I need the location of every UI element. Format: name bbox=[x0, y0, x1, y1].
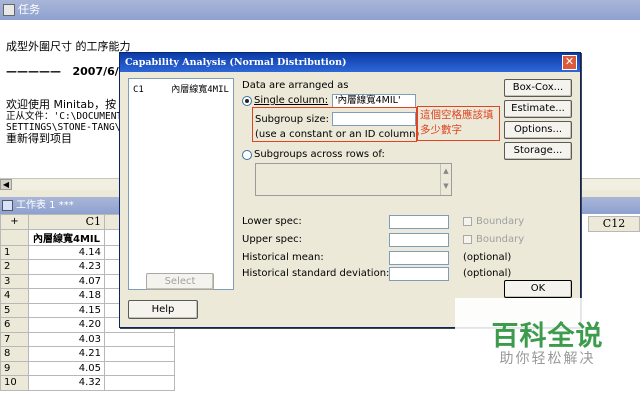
session-window-icon bbox=[3, 4, 15, 16]
row-number[interactable]: 8 bbox=[0, 346, 29, 362]
upper-boundary-checkbox[interactable] bbox=[463, 235, 472, 244]
upper-spec-input[interactable] bbox=[389, 233, 449, 247]
column-name-c1[interactable]: 內層線寬4MIL bbox=[28, 228, 105, 246]
options-button[interactable]: Options... bbox=[504, 121, 572, 139]
column-header-c12[interactable]: C12 bbox=[588, 216, 640, 232]
textarea-scrollbar[interactable]: ▲ ▼ bbox=[440, 164, 451, 195]
cell-empty[interactable] bbox=[104, 331, 175, 347]
row-number[interactable]: 10 bbox=[0, 375, 29, 391]
subgroups-rows-input[interactable]: ▲ ▼ bbox=[255, 163, 452, 196]
lower-boundary-label: Boundary bbox=[476, 216, 525, 227]
table-row[interactable]: 9 4.05 bbox=[0, 360, 175, 376]
grid-corner[interactable]: + bbox=[0, 214, 29, 230]
cell-value[interactable]: 4.21 bbox=[28, 346, 105, 362]
upper-boundary-label: Boundary bbox=[476, 234, 525, 245]
session-line-4: 重新得到项目 bbox=[6, 132, 72, 145]
worksheet-title: 工作表 1 *** bbox=[16, 200, 74, 211]
table-row[interactable]: 8 4.21 bbox=[0, 346, 175, 362]
cell-value[interactable]: 4.15 bbox=[28, 302, 105, 318]
row-number[interactable]: 9 bbox=[0, 360, 29, 376]
subgroups-across-rows-radio[interactable] bbox=[242, 150, 252, 160]
historical-sd-input[interactable] bbox=[389, 267, 449, 281]
table-row[interactable]: 7 4.03 bbox=[0, 331, 175, 347]
cell-empty[interactable] bbox=[104, 346, 175, 362]
row-number[interactable]: 5 bbox=[0, 302, 29, 318]
select-button[interactable]: Select bbox=[146, 273, 214, 290]
upper-spec-label: Upper spec: bbox=[242, 234, 303, 245]
watermark-sub-text: 助你轻松解决 bbox=[499, 351, 596, 367]
column-header-c1[interactable]: C1 bbox=[28, 214, 105, 230]
storage-button[interactable]: Storage... bbox=[504, 142, 572, 160]
estimate-button[interactable]: Estimate... bbox=[504, 100, 572, 118]
cell-empty[interactable] bbox=[104, 360, 175, 376]
annotation-highlight-box bbox=[252, 107, 417, 142]
historical-sd-label: Historical standard deviation: bbox=[242, 268, 390, 279]
scroll-down-arrow-icon[interactable]: ▼ bbox=[441, 179, 451, 194]
cell-value[interactable]: 4.20 bbox=[28, 317, 105, 333]
list-item[interactable]: C1 內層線寬4MIL bbox=[133, 82, 229, 95]
row-number[interactable]: 2 bbox=[0, 259, 29, 275]
scroll-left-arrow-icon[interactable]: ◀ bbox=[0, 179, 12, 190]
variable-column-id: C1 bbox=[133, 85, 144, 95]
cell-value[interactable]: 4.18 bbox=[28, 288, 105, 304]
cell-value[interactable]: 4.14 bbox=[28, 244, 105, 260]
close-icon[interactable]: ✕ bbox=[562, 55, 577, 70]
row-number[interactable]: 1 bbox=[0, 244, 29, 260]
annotation-box bbox=[417, 106, 500, 141]
historical-sd-optional: (optional) bbox=[463, 268, 512, 279]
ok-button[interactable]: OK bbox=[504, 280, 572, 298]
row-number[interactable]: 4 bbox=[0, 288, 29, 304]
task-window-title: 任务 bbox=[18, 3, 40, 16]
cell-value[interactable]: 4.05 bbox=[28, 360, 105, 376]
lower-boundary-checkbox[interactable] bbox=[463, 217, 472, 226]
worksheet-icon bbox=[2, 200, 13, 211]
table-row[interactable]: 10 4.32 bbox=[0, 375, 175, 391]
row-number[interactable]: 7 bbox=[0, 331, 29, 347]
subgroups-across-rows-label: Subgroups across rows of: bbox=[254, 149, 385, 160]
row-number[interactable]: 3 bbox=[0, 273, 29, 289]
cell-value[interactable]: 4.23 bbox=[28, 259, 105, 275]
scroll-up-arrow-icon[interactable]: ▲ bbox=[441, 164, 451, 179]
single-column-label: Single column: bbox=[254, 95, 329, 106]
lower-spec-input[interactable] bbox=[389, 215, 449, 229]
help-button[interactable]: Help bbox=[128, 300, 198, 319]
cell-value[interactable]: 4.03 bbox=[28, 331, 105, 347]
capability-analysis-dialog[interactable]: Capability Analysis (Normal Distribution… bbox=[119, 52, 581, 328]
lower-spec-label: Lower spec: bbox=[242, 216, 302, 227]
dialog-title: Capability Analysis (Normal Distribution… bbox=[120, 53, 580, 72]
historical-mean-label: Historical mean: bbox=[242, 252, 324, 263]
cell-value[interactable]: 4.32 bbox=[28, 375, 105, 391]
variable-column-name: 內層線寬4MIL bbox=[171, 85, 229, 95]
box-cox-button[interactable]: Box-Cox... bbox=[504, 79, 572, 97]
watermark: 百科全说 助你轻松解决 bbox=[455, 298, 640, 401]
name-row-header[interactable] bbox=[0, 228, 29, 246]
historical-mean-input[interactable] bbox=[389, 251, 449, 265]
cell-value[interactable]: 4.07 bbox=[28, 273, 105, 289]
arranged-label: Data are arranged as bbox=[242, 80, 349, 91]
session-heading: 成型外圍尺寸 的工序能力 bbox=[6, 40, 131, 53]
cell-empty[interactable] bbox=[104, 375, 175, 391]
session-date-line: ————— 2007/6/ bbox=[6, 65, 119, 78]
row-number[interactable]: 6 bbox=[0, 317, 29, 333]
single-column-radio[interactable] bbox=[242, 96, 252, 106]
historical-mean-optional: (optional) bbox=[463, 252, 512, 263]
task-window-titlebar[interactable]: 任务 bbox=[0, 0, 640, 20]
variable-list[interactable]: C1 內層線寬4MIL bbox=[128, 78, 234, 290]
single-column-input[interactable]: '內層線寬4MIL' bbox=[332, 94, 416, 108]
